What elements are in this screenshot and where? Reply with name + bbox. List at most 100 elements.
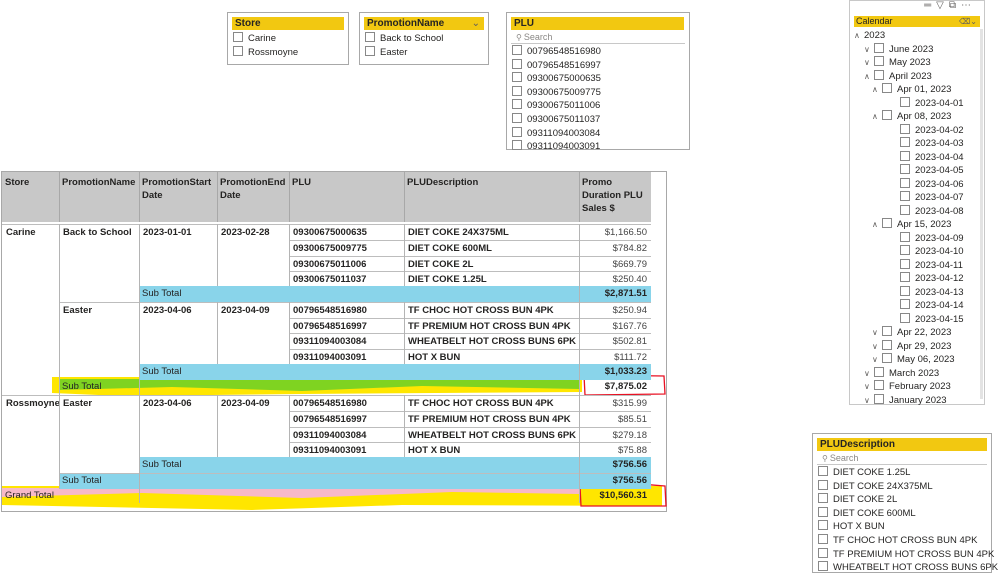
eraser-icon[interactable]: ⌫⌄ — [959, 16, 977, 27]
calendar-node[interactable]: 2023-04-03 — [890, 137, 964, 150]
plu-item[interactable]: 09311094003091 — [507, 140, 689, 154]
checkbox[interactable] — [882, 110, 892, 120]
checkbox[interactable] — [882, 339, 892, 350]
checkbox[interactable] — [512, 45, 522, 55]
checkbox[interactable] — [900, 245, 910, 255]
checkbox[interactable] — [818, 561, 828, 572]
checkbox[interactable] — [874, 380, 884, 390]
checkbox[interactable] — [818, 547, 828, 558]
plu-item[interactable]: 00796548516980 — [507, 45, 689, 59]
calendar-node[interactable]: ∧ Apr 08, 2023 — [872, 110, 951, 123]
checkbox[interactable] — [233, 32, 243, 42]
calendar-node[interactable]: ∨ January 2023 — [864, 393, 947, 407]
calendar-node[interactable]: ∨ May 06, 2023 — [872, 353, 955, 366]
checkbox[interactable] — [818, 533, 828, 544]
column-header[interactable]: PromotionStart Date — [139, 172, 217, 222]
chevron-down-icon[interactable]: ∨ — [864, 43, 874, 56]
checkbox[interactable] — [512, 112, 522, 123]
plu-description-item[interactable]: TF PREMIUM HOT CROSS BUN 4PK — [813, 547, 994, 562]
drag-handle-icon[interactable]: ═ — [924, 0, 936, 11]
checkbox[interactable] — [874, 69, 884, 80]
checkbox[interactable] — [512, 58, 522, 69]
more-options-icon[interactable]: ⋯ — [961, 0, 976, 11]
column-header[interactable]: Promo Duration PLU Sales $ — [579, 172, 651, 222]
column-header[interactable]: Store — [2, 172, 59, 222]
plu-search-input[interactable]: ⚲ Search — [511, 32, 685, 44]
chevron-up-icon[interactable]: ∧ — [864, 70, 874, 83]
plu-item[interactable]: 00796548516997 — [507, 58, 689, 73]
checkbox[interactable] — [818, 479, 828, 490]
checkbox[interactable] — [818, 493, 828, 504]
checkbox[interactable] — [818, 506, 828, 517]
checkbox[interactable] — [874, 393, 884, 404]
calendar-node[interactable]: 2023-04-11 — [890, 258, 963, 272]
checkbox[interactable] — [900, 285, 910, 296]
plu-item[interactable]: 09300675009775 — [507, 85, 689, 100]
chevron-down-icon[interactable]: ∨ — [864, 380, 874, 393]
calendar-node[interactable]: 2023-04-02 — [890, 123, 964, 137]
plu-description-item[interactable]: WHEATBELT HOT CROSS BUNS 6PK — [813, 561, 998, 575]
checkbox[interactable] — [512, 140, 522, 151]
checkbox[interactable] — [874, 42, 884, 53]
column-header[interactable]: PromotionEnd Date — [217, 172, 289, 222]
checkbox[interactable] — [882, 326, 892, 336]
checkbox[interactable] — [512, 72, 522, 83]
chevron-up-icon[interactable]: ∧ — [854, 29, 864, 42]
checkbox[interactable] — [900, 150, 910, 161]
chevron-down-icon[interactable]: ∨ — [872, 326, 882, 339]
plu-description-item[interactable]: DIET COKE 600ML — [813, 506, 991, 521]
chevron-down-icon[interactable]: ∨ — [864, 56, 874, 69]
calendar-node[interactable]: 2023-04-15 — [890, 312, 964, 326]
calendar-node[interactable]: ∨ Apr 29, 2023 — [872, 339, 951, 353]
promotion-item[interactable]: Back to School — [360, 32, 488, 46]
checkbox[interactable] — [900, 258, 910, 269]
checkbox[interactable] — [900, 272, 910, 282]
plu-item[interactable]: 09311094003084 — [507, 126, 689, 141]
plu-description-item[interactable]: DIET COKE 2L — [813, 493, 991, 507]
plu-description-item[interactable]: TF CHOC HOT CROSS BUN 4PK — [813, 533, 991, 548]
calendar-node[interactable]: 2023-04-07 — [890, 191, 964, 204]
plu-description-search-input[interactable]: ⚲ Search — [817, 453, 987, 465]
checkbox[interactable] — [818, 466, 828, 476]
checkbox[interactable] — [900, 299, 910, 309]
checkbox[interactable] — [882, 353, 892, 363]
checkbox[interactable] — [874, 56, 884, 66]
calendar-node[interactable]: 2023-04-06 — [890, 177, 964, 191]
calendar-node[interactable]: ∨ March 2023 — [864, 366, 939, 380]
chevron-up-icon[interactable]: ∧ — [872, 110, 882, 123]
chevron-down-icon[interactable]: ∨ — [872, 340, 882, 353]
checkbox[interactable] — [818, 520, 828, 531]
calendar-node[interactable]: 2023-04-05 — [890, 164, 964, 177]
checkbox[interactable] — [874, 366, 884, 377]
focus-mode-icon[interactable]: ⧉ — [949, 0, 961, 11]
checkbox[interactable] — [512, 99, 522, 110]
plu-description-item[interactable]: HOT X BUN — [813, 520, 991, 534]
column-header[interactable]: PromotionName — [59, 172, 139, 222]
checkbox[interactable] — [900, 164, 910, 174]
chevron-up-icon[interactable]: ∧ — [872, 83, 882, 96]
calendar-node[interactable]: ∧ 2023 — [854, 29, 885, 42]
chevron-down-icon[interactable]: ⌄ — [472, 17, 480, 30]
calendar-node[interactable]: 2023-04-04 — [890, 150, 964, 164]
plu-item[interactable]: 09300675000635 — [507, 72, 689, 86]
calendar-node[interactable]: 2023-04-01 — [890, 96, 964, 110]
chevron-up-icon[interactable]: ∧ — [872, 218, 882, 231]
chevron-down-icon[interactable]: ∨ — [872, 353, 882, 366]
calendar-node[interactable]: ∧ April 2023 — [864, 69, 932, 83]
filter-icon[interactable]: ▽ — [936, 0, 949, 11]
calendar-node[interactable]: 2023-04-12 — [890, 272, 964, 285]
plu-item[interactable]: 09300675011006 — [507, 99, 689, 113]
checkbox[interactable] — [900, 204, 910, 215]
column-header[interactable]: PLUDescription — [404, 172, 579, 222]
checkbox[interactable] — [900, 312, 910, 323]
store-item[interactable]: Carine — [228, 32, 348, 46]
checkbox[interactable] — [365, 45, 375, 56]
checkbox[interactable] — [882, 218, 892, 228]
calendar-scrollbar[interactable] — [980, 29, 983, 399]
calendar-node[interactable]: 2023-04-08 — [890, 204, 964, 218]
checkbox[interactable] — [512, 126, 522, 137]
calendar-node[interactable]: ∨ May 2023 — [864, 56, 931, 69]
checkbox[interactable] — [900, 191, 910, 201]
calendar-node[interactable]: ∨ June 2023 — [864, 42, 933, 56]
store-item[interactable]: Rossmoyne — [228, 45, 348, 60]
